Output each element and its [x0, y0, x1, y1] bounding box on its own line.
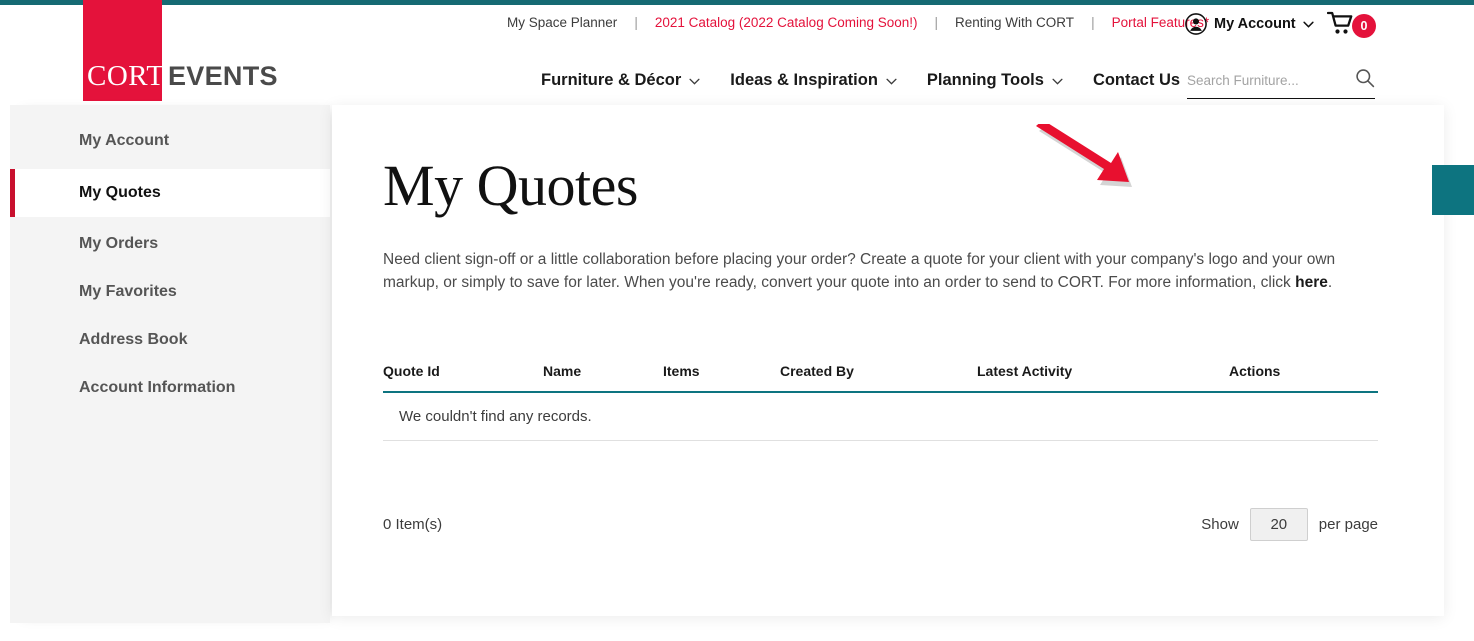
page-title: My Quotes	[383, 153, 638, 218]
per-page-label: per page	[1318, 516, 1378, 533]
nav-item-furniture-decor[interactable]: Furniture & Décor	[541, 71, 700, 90]
search-icon[interactable]	[1355, 68, 1375, 93]
show-label: Show	[1201, 516, 1239, 533]
column-header-created-by[interactable]: Created By	[780, 363, 977, 379]
sidebar-item-address-book[interactable]: Address Book	[10, 316, 330, 364]
per-page-control: Show 20 per page	[1201, 508, 1378, 541]
column-header-latest-activity[interactable]: Latest Activity	[977, 363, 1229, 379]
my-account-menu[interactable]: My Account	[1185, 13, 1314, 35]
utility-link-renting-with-cort[interactable]: Renting With CORT	[953, 15, 1076, 30]
account-sidebar: My Account My Quotes My Orders My Favori…	[10, 105, 330, 623]
utility-link-my-space-planner[interactable]: My Space Planner	[505, 15, 619, 30]
sidebar-item-label: My Account	[79, 132, 170, 149]
sidebar-item-my-quotes[interactable]: My Quotes	[10, 169, 330, 217]
column-header-items[interactable]: Items	[663, 363, 780, 379]
site-header: CORT EVENTS My Space Planner | 2021 Cata…	[0, 0, 1474, 105]
utility-nav: My Space Planner | 2021 Catalog (2022 Ca…	[505, 15, 1211, 30]
sidebar-item-my-orders[interactable]: My Orders	[10, 220, 330, 268]
search-box[interactable]	[1187, 68, 1375, 99]
chevron-down-icon	[886, 71, 897, 90]
sidebar-item-my-account[interactable]: My Account	[10, 117, 330, 165]
nav-label: Contact Us	[1092, 71, 1181, 89]
cart-count-badge: 0	[1352, 13, 1376, 38]
table-footer: 0 Item(s) Show 20 per page	[383, 508, 1378, 541]
sidebar-item-label: My Quotes	[79, 184, 161, 201]
sidebar-item-label: My Orders	[79, 235, 159, 252]
nav-item-planning-tools[interactable]: Planning Tools	[927, 71, 1063, 90]
logo-cort-text: CORT	[87, 60, 165, 92]
table-empty-message: We couldn't find any records.	[383, 393, 1378, 441]
table-header-row: Quote Id Name Items Created By Latest Ac…	[383, 363, 1378, 393]
per-page-select[interactable]: 20	[1249, 508, 1308, 541]
utility-separator: |	[634, 15, 638, 30]
sidebar-item-my-favorites[interactable]: My Favorites	[10, 268, 330, 316]
utility-separator: |	[1091, 15, 1095, 30]
chevron-down-icon	[689, 71, 700, 90]
cart-button[interactable]: 0	[1326, 10, 1376, 41]
column-header-name[interactable]: Name	[543, 363, 663, 379]
nav-label: Furniture & Décor	[541, 71, 682, 89]
intro-text-2: .	[1327, 274, 1333, 291]
main-content-panel: My Quotes Create New Quote Need client s…	[332, 105, 1474, 616]
sidebar-item-label: Address Book	[79, 331, 188, 348]
logo-events-text: EVENTS	[168, 61, 278, 91]
utility-separator: |	[934, 15, 939, 30]
nav-item-ideas-inspiration[interactable]: Ideas & Inspiration	[730, 71, 897, 90]
sidebar-item-label: Account Information	[79, 379, 236, 396]
item-count-label: 0 Item(s)	[383, 516, 443, 533]
chevron-down-icon	[1303, 21, 1314, 28]
primary-nav: Furniture & Décor Ideas & Inspiration Pl…	[541, 71, 1180, 90]
sidebar-item-label: My Favorites	[79, 283, 177, 300]
column-header-actions: Actions	[1229, 363, 1281, 379]
intro-paragraph: Need client sign-off or a little collabo…	[383, 248, 1353, 294]
utility-link-catalog[interactable]: 2021 Catalog (2022 Catalog Coming Soon!)	[653, 15, 920, 30]
intro-text-1: Need client sign-off or a little collabo…	[383, 251, 1336, 291]
nav-label: Planning Tools	[926, 71, 1044, 89]
create-new-quote-button[interactable]: Create New Quote	[1432, 165, 1474, 215]
page-root: CORT EVENTS My Space Planner | 2021 Cata…	[0, 0, 1474, 641]
chevron-down-icon	[1052, 71, 1063, 90]
quotes-table: Quote Id Name Items Created By Latest Ac…	[383, 363, 1378, 441]
intro-here-link[interactable]: here	[1295, 274, 1328, 291]
my-account-label: My Account	[1214, 16, 1296, 32]
nav-label: Ideas & Inspiration	[730, 71, 878, 89]
column-header-quote-id[interactable]: Quote Id	[383, 363, 543, 379]
sidebar-item-account-information[interactable]: Account Information	[10, 364, 330, 412]
user-avatar-icon	[1185, 13, 1207, 35]
nav-item-contact-us[interactable]: Contact Us	[1093, 71, 1180, 90]
search-input[interactable]	[1187, 73, 1337, 88]
